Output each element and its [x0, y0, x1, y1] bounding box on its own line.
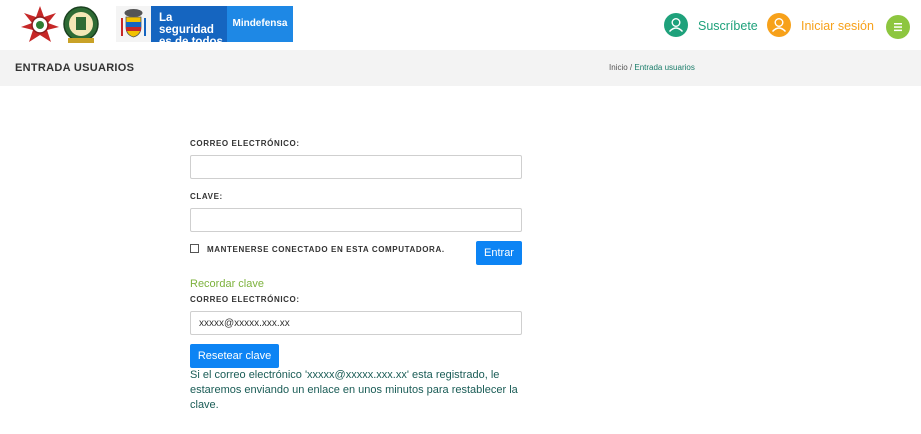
- password-label: CLAVE:: [190, 192, 223, 201]
- ministry-link[interactable]: Mindefensa: [227, 6, 293, 42]
- breadcrumb: Inicio / Entrada usuarios: [609, 63, 695, 72]
- reset-email-label: CORREO ELECTRÓNICO:: [190, 295, 300, 304]
- police-emblem-icon[interactable]: [20, 5, 60, 45]
- title-bar: [0, 50, 921, 86]
- menu-icon[interactable]: [886, 15, 910, 39]
- email-label: CORREO ELECTRÓNICO:: [190, 139, 300, 148]
- subscribe-link[interactable]: Suscríbete: [698, 19, 758, 33]
- colombia-coat-of-arms-icon: [116, 6, 151, 42]
- email-field[interactable]: [190, 155, 522, 179]
- login-user-icon[interactable]: [767, 13, 791, 37]
- reset-confirmation-message: Si el correo electrónico 'xxxxx@xxxxx.xx…: [190, 369, 518, 411]
- gov-banner[interactable]: La seguridad es de todos: [151, 6, 227, 48]
- forgot-password-link[interactable]: Recordar clave: [190, 278, 264, 290]
- police-shield-icon[interactable]: [62, 5, 100, 45]
- reset-email-field[interactable]: [190, 311, 522, 335]
- gov-banner-line2: es de todos: [159, 36, 223, 48]
- remember-label: MANTENERSE CONECTADO EN ESTA COMPUTADORA…: [207, 245, 445, 254]
- password-field[interactable]: [190, 208, 522, 232]
- reset-password-button[interactable]: Resetear clave: [190, 344, 279, 368]
- remember-checkbox[interactable]: [190, 244, 199, 253]
- page-title: ENTRADA USUARIOS: [15, 62, 135, 74]
- site-header: La seguridad es de todos Mindefensa Susc…: [0, 0, 921, 50]
- gov-banner-line1: La seguridad: [159, 12, 214, 36]
- breadcrumb-home[interactable]: Inicio: [609, 63, 628, 72]
- login-button[interactable]: Entrar: [476, 241, 522, 265]
- subscribe-user-icon[interactable]: [664, 13, 688, 37]
- login-link[interactable]: Iniciar sesión: [801, 19, 874, 33]
- breadcrumb-current: Entrada usuarios: [634, 63, 695, 72]
